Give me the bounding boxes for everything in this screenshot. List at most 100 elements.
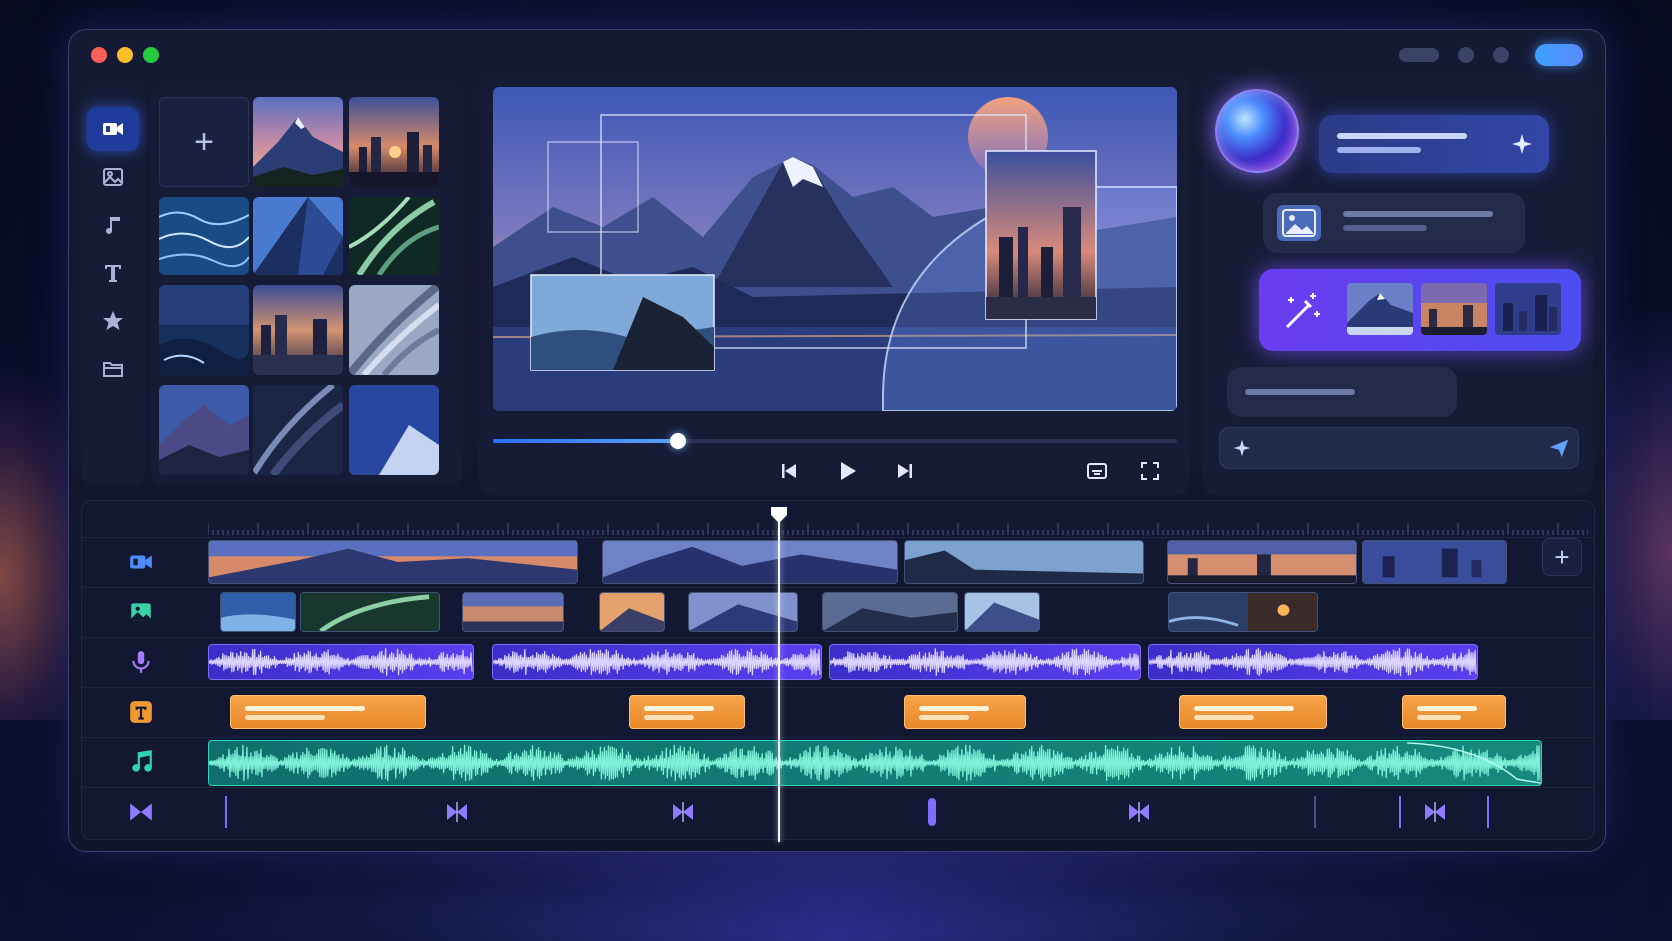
image-icon (131, 603, 151, 621)
ai-prompt-input[interactable] (1219, 427, 1579, 469)
video-track-header[interactable] (82, 538, 200, 586)
ai-message-bubble (1319, 115, 1549, 173)
city-overlay-clip[interactable] (985, 150, 1097, 320)
maximize-window-button[interactable] (143, 47, 159, 63)
media-thumbnail[interactable] (349, 97, 439, 187)
timeline-ruler[interactable] (208, 511, 1588, 535)
text-clip[interactable] (629, 695, 745, 729)
media-thumbnail[interactable] (253, 285, 343, 375)
skip-forward-button[interactable] (893, 459, 917, 483)
scrubber-handle[interactable] (669, 433, 686, 449)
text-tool-button[interactable] (87, 251, 139, 295)
text-track-header[interactable] (82, 688, 200, 736)
media-thumbnail[interactable] (349, 385, 439, 475)
fullscreen-icon (1141, 462, 1159, 480)
generated-thumbnail[interactable] (1347, 283, 1413, 335)
image-clip[interactable] (300, 592, 440, 632)
generated-thumbnail[interactable] (1421, 283, 1487, 335)
cut-marker[interactable] (1314, 796, 1316, 828)
video-clip[interactable] (904, 540, 1144, 584)
folder-icon (103, 362, 123, 377)
media-thumbnail[interactable] (349, 197, 439, 275)
transition-track-header[interactable] (82, 788, 200, 836)
transition-marker[interactable] (670, 800, 696, 824)
subtitles-icon (1087, 463, 1107, 479)
media-thumbnail[interactable] (159, 385, 249, 475)
play-icon (841, 462, 856, 480)
text-clip[interactable] (904, 695, 1026, 729)
toolbar-option-button[interactable] (1458, 47, 1474, 63)
sparkle-icon (1511, 133, 1533, 155)
toolbar-menu-button[interactable] (1399, 48, 1439, 62)
image-clip[interactable] (220, 592, 296, 632)
voice-clip[interactable] (492, 644, 822, 680)
media-thumbnail[interactable] (253, 197, 343, 275)
video-clip[interactable] (1362, 540, 1507, 584)
music-clip[interactable] (208, 740, 1542, 786)
fullscreen-button[interactable] (1138, 459, 1162, 483)
image-attachment-icon[interactable] (1277, 205, 1321, 241)
voice-clip[interactable] (1148, 644, 1478, 680)
video-preview[interactable] (493, 87, 1177, 411)
playhead-line[interactable] (778, 512, 780, 842)
audio-tool-button[interactable] (87, 203, 139, 247)
image-clip[interactable] (964, 592, 1040, 632)
add-media-button[interactable]: + (159, 97, 249, 187)
voice-clip[interactable] (829, 644, 1141, 680)
music-track-header[interactable] (82, 738, 200, 786)
toolbar-option-button[interactable] (1493, 47, 1509, 63)
title-bar (69, 30, 1605, 80)
voice-clip[interactable] (208, 644, 474, 680)
cut-marker[interactable] (1399, 796, 1401, 828)
media-thumbnail[interactable] (159, 197, 249, 275)
skip-forward-icon (898, 464, 912, 478)
transition-icon (130, 803, 152, 821)
media-thumbnail[interactable] (159, 285, 249, 375)
export-button[interactable] (1535, 44, 1583, 66)
generated-thumbnail[interactable] (1495, 283, 1561, 335)
send-icon[interactable] (1547, 437, 1571, 459)
voice-track-header[interactable] (82, 638, 200, 686)
media-thumbnail[interactable] (253, 97, 343, 187)
image-clip[interactable] (822, 592, 958, 632)
video-clip[interactable] (602, 540, 898, 584)
transition-marker[interactable] (1126, 800, 1152, 824)
text-clip[interactable] (230, 695, 426, 729)
text-clip[interactable] (1402, 695, 1506, 729)
video-clip[interactable] (1167, 540, 1357, 584)
media-library: + (151, 85, 463, 485)
video-tool-button[interactable] (87, 107, 139, 151)
skip-back-button[interactable] (777, 459, 801, 483)
transition-marker[interactable] (1422, 800, 1448, 824)
media-thumbnail[interactable] (349, 285, 439, 375)
play-button[interactable] (835, 459, 859, 483)
microphone-icon (132, 651, 150, 673)
image-message-bubble (1263, 193, 1525, 253)
editor-window: + + (68, 29, 1606, 852)
add-track-button[interactable]: + (1542, 538, 1582, 576)
image-tool-button[interactable] (87, 155, 139, 199)
media-thumbnail[interactable] (253, 385, 343, 475)
folder-tool-button[interactable] (87, 347, 139, 391)
transition-marker[interactable] (444, 800, 470, 824)
ai-orb-avatar[interactable] (1215, 89, 1299, 173)
cut-marker[interactable] (1487, 796, 1489, 828)
keyframe-marker[interactable] (928, 798, 936, 826)
add-track-label: + (1554, 541, 1570, 572)
image-track-header[interactable] (82, 588, 200, 636)
image-clip[interactable] (688, 592, 798, 632)
ai-generation-card[interactable] (1259, 269, 1581, 351)
image-clip[interactable] (462, 592, 564, 632)
text-clip[interactable] (1179, 695, 1327, 729)
cut-marker[interactable] (225, 796, 227, 828)
playback-scrubber[interactable] (493, 433, 1177, 449)
minimize-window-button[interactable] (117, 47, 133, 63)
image-clip[interactable] (1168, 592, 1318, 632)
subtitles-button[interactable] (1085, 459, 1109, 483)
effects-tool-button[interactable] (87, 299, 139, 343)
video-clip[interactable] (208, 540, 578, 584)
ocean-overlay-clip[interactable] (530, 274, 715, 371)
image-clip[interactable] (599, 592, 665, 632)
playhead-handle[interactable] (770, 506, 788, 524)
close-window-button[interactable] (91, 47, 107, 63)
